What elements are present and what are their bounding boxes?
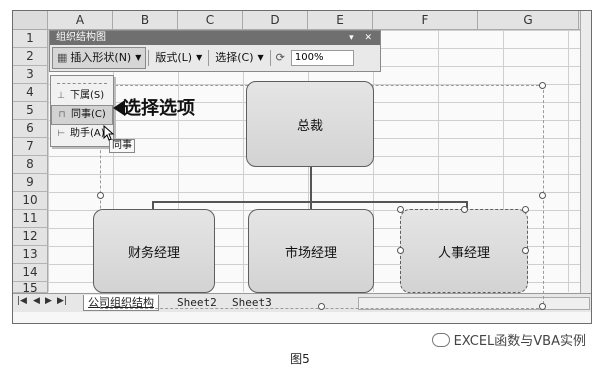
toolbar-window-controls[interactable]: ▾ ✕ — [349, 31, 376, 45]
org-box-label: 人事经理 — [437, 245, 490, 261]
org-box-hr-manager[interactable]: 人事经理 — [400, 209, 528, 293]
resize-handle[interactable] — [539, 303, 546, 310]
vertical-scrollbar[interactable] — [580, 11, 591, 293]
row-header-10[interactable]: 10 — [13, 192, 48, 210]
insert-shape-label: 插入形状(N) — [70, 50, 132, 64]
column-header-c[interactable]: C — [178, 11, 243, 29]
next-sheet-icon[interactable]: ▶ — [45, 296, 52, 306]
toolbar-separator — [208, 49, 210, 66]
row-header-15[interactable]: 15 — [13, 282, 48, 294]
column-header-b[interactable]: B — [113, 11, 178, 29]
figure-caption: 图5 — [290, 352, 310, 366]
callout-text: 选择选项 — [123, 98, 195, 119]
resize-handle[interactable] — [522, 206, 529, 213]
column-header-f[interactable]: F — [373, 11, 478, 29]
assistant-icon: ⊢ — [57, 129, 65, 139]
org-box-marketing-manager[interactable]: 市场经理 — [248, 209, 374, 293]
resize-handle[interactable] — [97, 192, 104, 199]
column-header-e[interactable]: E — [308, 11, 373, 29]
layout-button[interactable]: 版式(L) ▼ — [151, 48, 206, 68]
menu-item-label: 助手(A) — [70, 128, 105, 139]
watermark-text: EXCEL函数与VBA实例 — [453, 334, 586, 349]
fit-text-icon[interactable]: ⟳ — [276, 51, 285, 64]
connector-line — [310, 167, 312, 203]
row-header-9[interactable]: 9 — [13, 174, 48, 192]
tooltip: 同事 — [109, 139, 135, 153]
resize-handle[interactable] — [318, 303, 325, 310]
row-header-6[interactable]: 6 — [13, 120, 48, 138]
first-sheet-icon[interactable]: |◀ — [17, 296, 27, 306]
column-header-bar: A B C D E F G — [13, 11, 591, 30]
subordinate-icon: ⊥ — [57, 91, 65, 101]
coworker-icon: ⊓ — [58, 110, 66, 120]
chevron-down-icon: ▼ — [196, 52, 203, 62]
select-button[interactable]: 选择(C) ▼ — [211, 48, 267, 68]
select-all-corner[interactable] — [13, 11, 48, 29]
resize-handle[interactable] — [539, 82, 546, 89]
toolbar-title: 组织结构图 — [56, 32, 106, 43]
zoom-select[interactable]: 100% — [290, 49, 354, 66]
org-box-label: 财务经理 — [127, 245, 180, 261]
org-box-finance-manager[interactable]: 财务经理 — [93, 209, 215, 293]
org-shape-icon: ▦ — [57, 50, 68, 64]
zoom-value: 100% — [294, 51, 324, 63]
mouse-pointer-icon — [103, 125, 115, 141]
prev-sheet-icon[interactable]: ◀ — [33, 296, 40, 306]
row-header-3[interactable]: 3 — [13, 66, 48, 84]
excel-window: A B C D E F G 1 2 3 4 5 6 7 8 9 10 11 12… — [12, 10, 592, 324]
watermark: EXCEL函数与VBA实例 — [431, 330, 586, 349]
layout-label: 版式(L) — [155, 50, 193, 64]
menu-item-coworker[interactable]: ⊓ 同事(C) — [51, 105, 113, 125]
column-header-a[interactable]: A — [48, 11, 113, 29]
row-header-8[interactable]: 8 — [13, 156, 48, 174]
chevron-down-icon: ▼ — [135, 52, 142, 62]
resize-handle[interactable] — [539, 192, 546, 199]
toolbar-titlebar[interactable]: 组织结构图 ▾ ✕ — [50, 31, 380, 45]
row-header-13[interactable]: 13 — [13, 246, 48, 264]
row-header-11[interactable]: 11 — [13, 210, 48, 228]
org-box-label: 总裁 — [296, 118, 323, 134]
resize-handle[interactable] — [397, 206, 404, 213]
row-header-7[interactable]: 7 — [13, 138, 48, 156]
row-header-1[interactable]: 1 — [13, 30, 48, 48]
resize-handle[interactable] — [522, 247, 529, 254]
org-chart-toolbar: 组织结构图 ▾ ✕ ▦ 插入形状(N) ▼ 版式(L) ▼ 选择(C) ▼ ⟳ … — [49, 30, 381, 72]
column-header-g[interactable]: G — [478, 11, 579, 29]
menu-item-subordinate[interactable]: ⊥ 下属(S) — [51, 87, 113, 105]
resize-handle[interactable] — [461, 206, 468, 213]
row-header-14[interactable]: 14 — [13, 264, 48, 282]
select-label: 选择(C) — [215, 50, 254, 64]
wechat-logo-icon — [431, 332, 450, 347]
menu-drag-handle[interactable] — [57, 78, 107, 84]
resize-handle[interactable] — [397, 247, 404, 254]
row-header-5[interactable]: 5 — [13, 102, 48, 120]
menu-item-label: 下属(S) — [70, 90, 105, 101]
row-header-2[interactable]: 2 — [13, 48, 48, 66]
org-box-label: 市场经理 — [284, 245, 337, 261]
org-box-president[interactable]: 总裁 — [246, 81, 374, 167]
last-sheet-icon[interactable]: ▶| — [57, 296, 67, 306]
menu-item-label: 同事(C) — [71, 109, 106, 120]
toolbar-separator — [148, 49, 150, 66]
insert-shape-button[interactable]: ▦ 插入形状(N) ▼ — [52, 46, 147, 69]
row-header-12[interactable]: 12 — [13, 228, 48, 246]
row-header-4[interactable]: 4 — [13, 84, 48, 102]
toolbar-separator — [269, 49, 271, 66]
chevron-down-icon: ▼ — [257, 52, 264, 62]
column-header-d[interactable]: D — [243, 11, 308, 29]
